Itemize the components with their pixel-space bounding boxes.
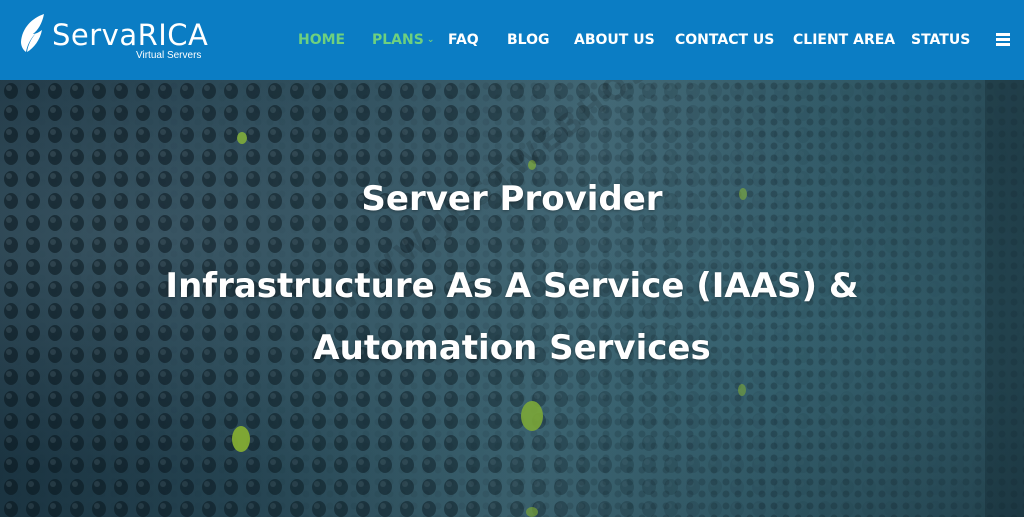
nav-plans[interactable]: PLANS ⌄	[372, 30, 434, 50]
nav-status-label: STATUS	[911, 32, 971, 48]
nav-plans-label: PLANS	[372, 32, 424, 48]
hamburger-menu-icon[interactable]	[996, 33, 1010, 46]
nav-blog-label: BLOG	[507, 32, 550, 48]
nav-status[interactable]: STATUS	[911, 30, 970, 50]
nav-contact-us[interactable]: CONTACT US	[675, 30, 774, 50]
main-nav: HOME PLANS ⌄ FAQ BLOG ABOUT US CONTACT US…	[0, 0, 1024, 80]
nav-faq-label: FAQ	[448, 32, 479, 48]
nav-about-us[interactable]: ABOUT US	[574, 30, 655, 50]
hero-subtitle: Infrastructure As A Service (IAAS) & Aut…	[165, 266, 859, 368]
nav-blog[interactable]: BLOG	[507, 30, 550, 50]
nav-faq[interactable]: FAQ	[448, 30, 479, 50]
nav-contact-us-label: CONTACT US	[675, 32, 775, 48]
nav-about-us-label: ABOUT US	[574, 32, 655, 48]
chevron-down-icon: ⌄	[426, 35, 435, 45]
nav-client-area[interactable]: CLIENT AREA	[793, 30, 895, 50]
nav-home[interactable]: HOME	[298, 30, 345, 50]
nav-home-label: HOME	[298, 32, 346, 48]
top-navbar: ServaRICA Virtual Servers HOME PLANS ⌄ FA…	[0, 0, 1024, 80]
hero-banner: WWW.JUSTWEBHOST.COM Server Provider Infr…	[0, 80, 1024, 517]
hero-title: Server Provider	[361, 179, 663, 219]
nav-client-area-label: CLIENT AREA	[793, 32, 896, 48]
